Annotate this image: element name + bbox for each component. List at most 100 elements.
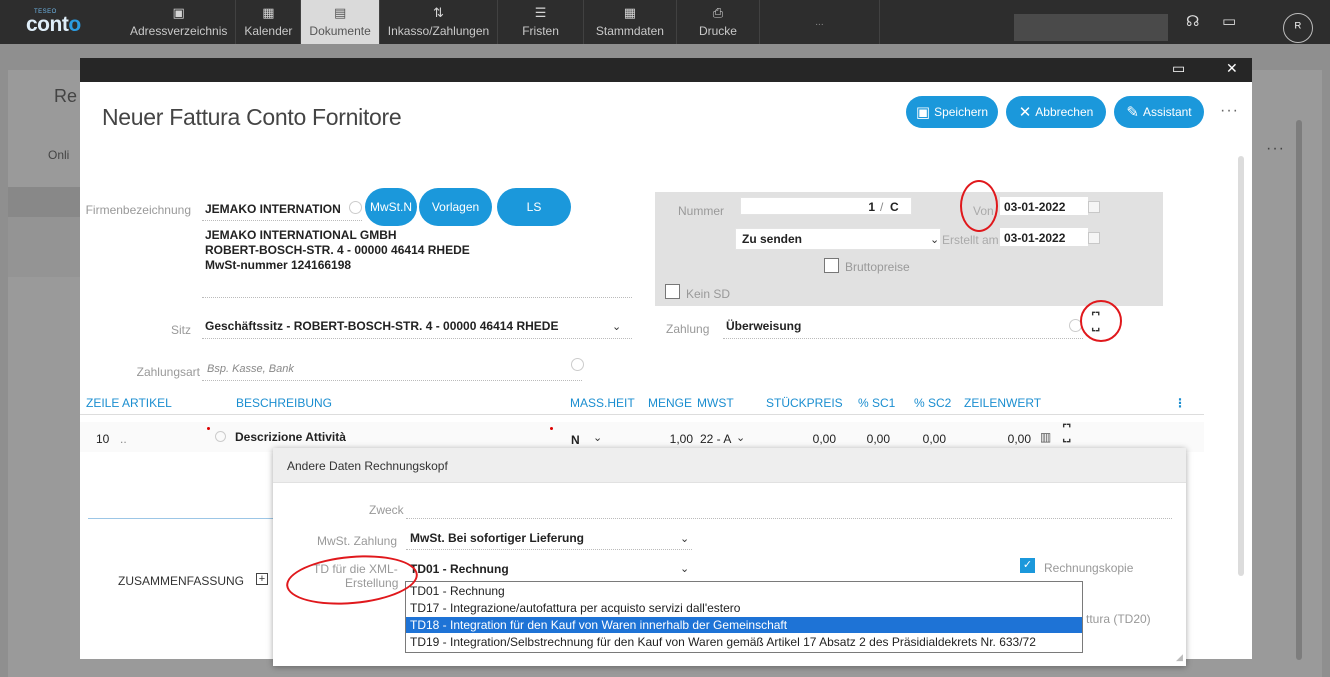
td-option-td01[interactable]: TD01 - Rechnung xyxy=(406,583,1082,599)
top-navigation-bar: TESEO conto ▣ Adressverzeichnis ▦ Kalender… xyxy=(0,0,1330,44)
table-header-divider xyxy=(80,414,1204,415)
resize-handle-icon[interactable]: ◢ xyxy=(1176,652,1183,663)
close-icon[interactable]: ✕ xyxy=(1226,60,1238,77)
row-stueckpreis[interactable]: 0,00 xyxy=(792,432,836,446)
expand-icon[interactable]: ⌜⌝ ⌞⌟ xyxy=(1062,424,1071,444)
vorlagen-button[interactable]: Vorlagen xyxy=(419,188,492,226)
column-stueckpreis[interactable]: STÜCKPREIS xyxy=(766,396,843,410)
mwst-button-label: MwSt.N xyxy=(370,200,412,214)
column-massheit[interactable]: MASS.HEIT xyxy=(570,396,635,410)
address-line-3: MwSt-nummer 124166198 xyxy=(205,258,352,272)
address-book-icon: ▣ xyxy=(172,5,185,20)
zahlungsart-label: Zahlungsart xyxy=(136,365,200,379)
grid-icon: ▦ xyxy=(623,5,637,20)
column-zeilenwert[interactable]: ZEILENWERT xyxy=(964,396,1041,410)
td-option-td18[interactable]: TD18 - Integration für den Kauf von Ware… xyxy=(406,617,1082,633)
magic-wand-icon: ✎ xyxy=(1126,104,1139,121)
td-option-td17[interactable]: TD17 - Integrazione/autofattura per acqu… xyxy=(406,600,1082,616)
mwst-button[interactable]: MwSt.N xyxy=(365,188,417,226)
column-options-icon[interactable]: ⋮ xyxy=(1174,396,1186,410)
popup-header: Andere Daten Rechnungskopf xyxy=(273,448,1186,483)
app-logo[interactable]: TESEO conto xyxy=(0,0,81,44)
nav-drucke[interactable]: ⎙ Drucke xyxy=(677,0,760,44)
assistant-button[interactable]: ✎ Assistant xyxy=(1114,96,1204,128)
column-beschreibung[interactable]: BESCHREIBUNG xyxy=(236,396,332,410)
zweck-label: Zweck xyxy=(369,503,404,517)
save-button-label: Speichern xyxy=(934,105,989,119)
td-options-dropdown[interactable]: TD01 - Rechnung TD17 - Integrazione/auto… xyxy=(405,581,1083,653)
required-indicator xyxy=(550,427,553,430)
calendar-icon[interactable] xyxy=(1088,232,1100,244)
delete-icon[interactable]: ▥ xyxy=(1040,430,1051,444)
column-zeile-artikel[interactable]: ZEILE ARTIKEL xyxy=(86,396,172,410)
row-zeilenwert[interactable]: 0,00 xyxy=(987,432,1031,446)
nav-adressverzeichnis[interactable]: ▣ Adressverzeichnis xyxy=(122,0,237,44)
address-underline xyxy=(202,297,632,298)
nav-inkasso-zahlungen[interactable]: ⇅ Inkasso/Zahlungen xyxy=(380,0,499,44)
chevron-down-icon: ⌄ xyxy=(593,432,603,444)
zweck-input[interactable] xyxy=(406,518,1172,519)
row-massheit[interactable]: N xyxy=(571,433,580,447)
row-menge[interactable]: 1,00 xyxy=(657,432,693,446)
zahlungsart-input[interactable]: Bsp. Kasse, Bank xyxy=(207,363,294,375)
nav-kalender[interactable]: ▦ Kalender xyxy=(236,0,302,44)
nav-label: Stammdaten xyxy=(595,24,664,38)
search-icon[interactable] xyxy=(349,201,362,214)
summary-label[interactable]: ZUSAMMENFASSUNG xyxy=(118,574,244,588)
global-search-box[interactable] xyxy=(1014,14,1168,41)
row-sc2[interactable]: 0,00 xyxy=(908,432,946,446)
search-icon[interactable] xyxy=(571,358,584,371)
kein-sd-checkbox[interactable] xyxy=(665,284,680,299)
modal-scrollbar[interactable] xyxy=(1238,156,1244,576)
firm-input[interactable]: JEMAKO INTERNATION xyxy=(205,202,341,216)
calendar-icon[interactable] xyxy=(1088,201,1100,213)
mwst-zahlung-select[interactable]: MwSt. Bei sofortiger Lieferung xyxy=(410,531,584,545)
page-title: Neuer Fattura Conto Fornitore xyxy=(102,104,402,130)
row-mwst[interactable]: 22 - A xyxy=(700,432,731,446)
row-sc1[interactable]: 0,00 xyxy=(852,432,890,446)
user-avatar-icon[interactable]: ᴿ xyxy=(1283,13,1313,43)
row-artikel[interactable]: .. xyxy=(120,432,127,446)
row-beschreibung[interactable]: Descrizione Attività xyxy=(235,430,346,444)
background-online-label: Onli xyxy=(48,148,70,162)
column-menge[interactable]: MENGE xyxy=(648,396,692,410)
td-select[interactable]: TD01 - Rechnung xyxy=(410,562,509,576)
logo-wordmark-main: cont xyxy=(26,13,69,36)
assistant-button-label: Assistant xyxy=(1142,105,1192,119)
column-sc1[interactable]: % SC1 xyxy=(858,396,895,410)
nav-more[interactable]: ... xyxy=(760,0,880,44)
restore-window-icon[interactable]: ▭ xyxy=(1172,60,1185,77)
nav-fristen[interactable]: ☰ Fristen xyxy=(498,0,584,44)
firm-label: Firmenbezeichnung xyxy=(85,203,191,217)
main-navigation: ▣ Adressverzeichnis ▦ Kalender ▤ Dokumente … xyxy=(122,0,880,44)
support-headset-icon[interactable]: ☊ xyxy=(1186,12,1199,30)
popup-title: Andere Daten Rechnungskopf xyxy=(287,459,448,473)
background-scrollbar[interactable] xyxy=(1296,120,1302,660)
sitz-select[interactable]: Geschäftssitz - ROBERT-BOSCH-STR. 4 - 00… xyxy=(205,319,558,333)
chevron-down-icon: ⌄ xyxy=(680,563,690,575)
nav-label: Adressverzeichnis xyxy=(130,24,228,38)
bruttopreise-checkbox[interactable] xyxy=(824,258,839,273)
sitz-underline xyxy=(202,338,632,339)
zahlung-input[interactable]: Überweisung xyxy=(726,319,801,333)
save-button[interactable]: ▣ Speichern xyxy=(906,96,998,128)
rechnungskopie-checkbox[interactable]: ✓ xyxy=(1020,558,1035,573)
row-zeile[interactable]: 10 xyxy=(96,432,109,446)
chevron-down-icon: ⌄ xyxy=(930,234,940,246)
nav-dokumente[interactable]: ▤ Dokumente xyxy=(301,0,380,44)
background-more-icon[interactable]: ··· xyxy=(1266,140,1285,158)
logo-wordmark: conto xyxy=(26,13,81,36)
column-mwst[interactable]: MWST xyxy=(697,396,734,410)
nav-stammdaten[interactable]: ▦ Stammdaten xyxy=(584,0,677,44)
more-options-icon[interactable]: ··· xyxy=(1220,102,1239,120)
search-icon[interactable] xyxy=(215,431,226,442)
erstellt-label: Erstellt am xyxy=(942,233,999,247)
chevron-down-icon: ⌄ xyxy=(680,533,690,545)
column-sc2[interactable]: % SC2 xyxy=(914,396,951,410)
td-option-td19[interactable]: TD19 - Integration/Selbstrechnung für de… xyxy=(406,634,1082,650)
cancel-button[interactable]: ✕ Abbrechen xyxy=(1006,96,1106,128)
ls-button[interactable]: LS xyxy=(497,188,571,226)
expand-plus-icon[interactable]: + xyxy=(256,573,268,585)
chat-icon[interactable]: ▭ xyxy=(1222,12,1236,30)
nummer-value: 1 xyxy=(868,200,875,214)
